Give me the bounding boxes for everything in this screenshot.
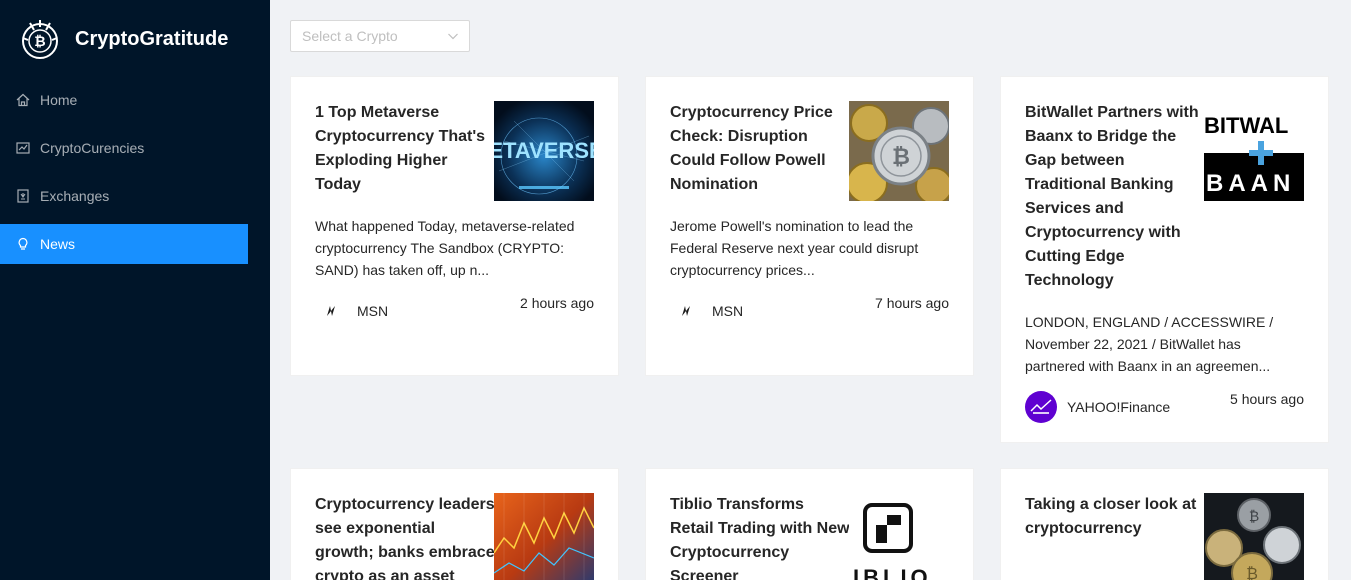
- brand[interactable]: ₿ CryptoGratitude: [20, 18, 228, 60]
- news-title[interactable]: Tiblio Transforms Retail Trading with Ne…: [670, 493, 850, 580]
- news-card[interactable]: Cryptocurrency Price Check: Disruption C…: [645, 76, 974, 376]
- news-card[interactable]: 1 Top Metaverse Cryptocurrency That's Ex…: [290, 76, 619, 376]
- thumb-text: BAAN: [1206, 170, 1295, 197]
- home-icon: [16, 93, 30, 107]
- news-thumbnail: ETAVERSE: [494, 101, 594, 201]
- news-provider: YAHOO!Finance: [1025, 391, 1170, 423]
- news-card[interactable]: Tiblio Transforms Retail Trading with Ne…: [645, 468, 974, 580]
- menu-item-label: News: [40, 236, 76, 252]
- provider-name: MSN: [357, 303, 389, 319]
- news-thumbnail: ₿ ₿: [1204, 493, 1304, 580]
- news-thumbnail: ₿: [849, 101, 949, 201]
- news-card[interactable]: Taking a closer look at cryptocurrency ₿…: [1000, 468, 1329, 580]
- news-description: LONDON, ENGLAND / ACCESSWIRE / November …: [1025, 314, 1274, 374]
- thumb-text: IBLIO: [853, 565, 932, 580]
- menu-item-label: Exchanges: [40, 188, 110, 204]
- app-title: CryptoGratitude: [75, 27, 229, 50]
- news-provider: MSN: [315, 295, 388, 327]
- menu-item-label: CryptoCurencies: [40, 140, 145, 156]
- thumb-text: ETAVERSE: [494, 138, 594, 163]
- news-description: What happened Today, metaverse-related c…: [315, 218, 575, 278]
- svg-text:₿: ₿: [34, 34, 45, 50]
- crypto-select[interactable]: Select a Crypto: [290, 20, 470, 52]
- svg-text:₿: ₿: [1249, 509, 1259, 525]
- chart-icon: [16, 141, 30, 155]
- provider-name: YAHOO!Finance: [1067, 399, 1171, 415]
- news-thumbnail: [494, 493, 594, 580]
- news-card[interactable]: Cryptocurrency leaders see exponential g…: [290, 468, 619, 580]
- news-provider: MSN: [670, 295, 743, 327]
- news-title[interactable]: Cryptocurrency leaders see exponential g…: [315, 493, 495, 580]
- svg-text:₿: ₿: [1246, 564, 1258, 580]
- news-title[interactable]: BitWallet Partners with Baanx to Bridge …: [1025, 101, 1205, 293]
- msn-logo-icon: [670, 295, 702, 327]
- menu-item-exchanges[interactable]: Exchanges: [0, 176, 248, 216]
- chevron-down-icon: [448, 33, 458, 40]
- menu-item-cryptocurrencies[interactable]: CryptoCurencies: [0, 128, 248, 168]
- news-time: 2 hours ago: [520, 295, 594, 311]
- svg-text:₿: ₿: [892, 145, 910, 170]
- news-thumbnail: BITWAL BAAN: [1204, 101, 1304, 201]
- main-menu: Home CryptoCurencies Exchanges News: [0, 80, 248, 272]
- news-title[interactable]: Cryptocurrency Price Check: Disruption C…: [670, 101, 850, 197]
- msn-logo-icon: [315, 295, 347, 327]
- news-time: 5 hours ago: [1230, 391, 1304, 407]
- menu-item-home[interactable]: Home: [0, 80, 248, 120]
- news-time: 7 hours ago: [875, 295, 949, 311]
- news-title[interactable]: Taking a closer look at cryptocurrency: [1025, 493, 1205, 541]
- main-content: Select a Crypto 1 Top Metaverse Cryptocu…: [270, 0, 1351, 580]
- news-thumbnail: IBLIO: [849, 493, 949, 580]
- menu-item-label: Home: [40, 92, 78, 108]
- exchange-icon: [16, 189, 30, 203]
- sidebar: ₿ CryptoGratitude Home CryptoCurencies E…: [0, 0, 270, 580]
- news-description: Jerome Powell's nomination to lead the F…: [670, 218, 919, 278]
- menu-item-news[interactable]: News: [0, 224, 248, 264]
- thumb-text: BITWAL: [1204, 113, 1288, 138]
- crypto-coin-logo-icon: ₿: [20, 18, 60, 60]
- news-title[interactable]: 1 Top Metaverse Cryptocurrency That's Ex…: [315, 101, 495, 197]
- news-card[interactable]: BitWallet Partners with Baanx to Bridge …: [1000, 76, 1329, 443]
- crypto-select-placeholder: Select a Crypto: [302, 28, 398, 44]
- yahoo-finance-logo-icon: [1025, 391, 1057, 423]
- bulb-icon: [16, 237, 30, 251]
- provider-name: MSN: [712, 303, 744, 319]
